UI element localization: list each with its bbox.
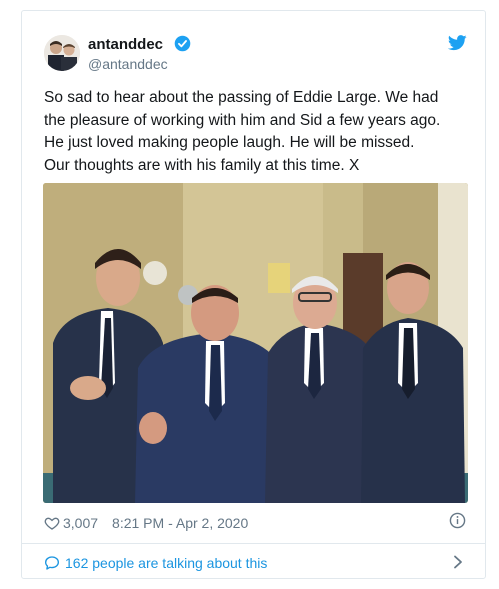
tweet-timestamp[interactable]: 8:21 PM - Apr 2, 2020 [112,515,248,531]
conversation-link[interactable]: 162 people are talking about this [44,552,464,574]
tweet-meta: 3,007 8:21 PM - Apr 2, 2020 [44,513,248,533]
chevron-right-icon[interactable] [452,555,464,569]
info-icon[interactable] [449,512,466,529]
display-name[interactable]: antanddec [88,36,163,53]
tweet-text: So sad to hear about the passing of Eddi… [44,89,441,174]
user-handle[interactable]: @antanddec [88,56,168,72]
heart-icon[interactable] [44,515,60,531]
divider [22,543,485,544]
tweet-photo[interactable] [43,183,468,503]
avatar[interactable] [44,35,80,71]
conversation-label: 162 people are talking about this [65,555,268,571]
verified-badge-icon [174,35,191,52]
twitter-bird-icon[interactable] [448,35,467,51]
like-count[interactable]: 3,007 [63,515,98,531]
embedded-tweet-card: antanddec @antanddec So sad to hear abou… [21,10,486,579]
speech-bubble-icon [45,556,59,570]
